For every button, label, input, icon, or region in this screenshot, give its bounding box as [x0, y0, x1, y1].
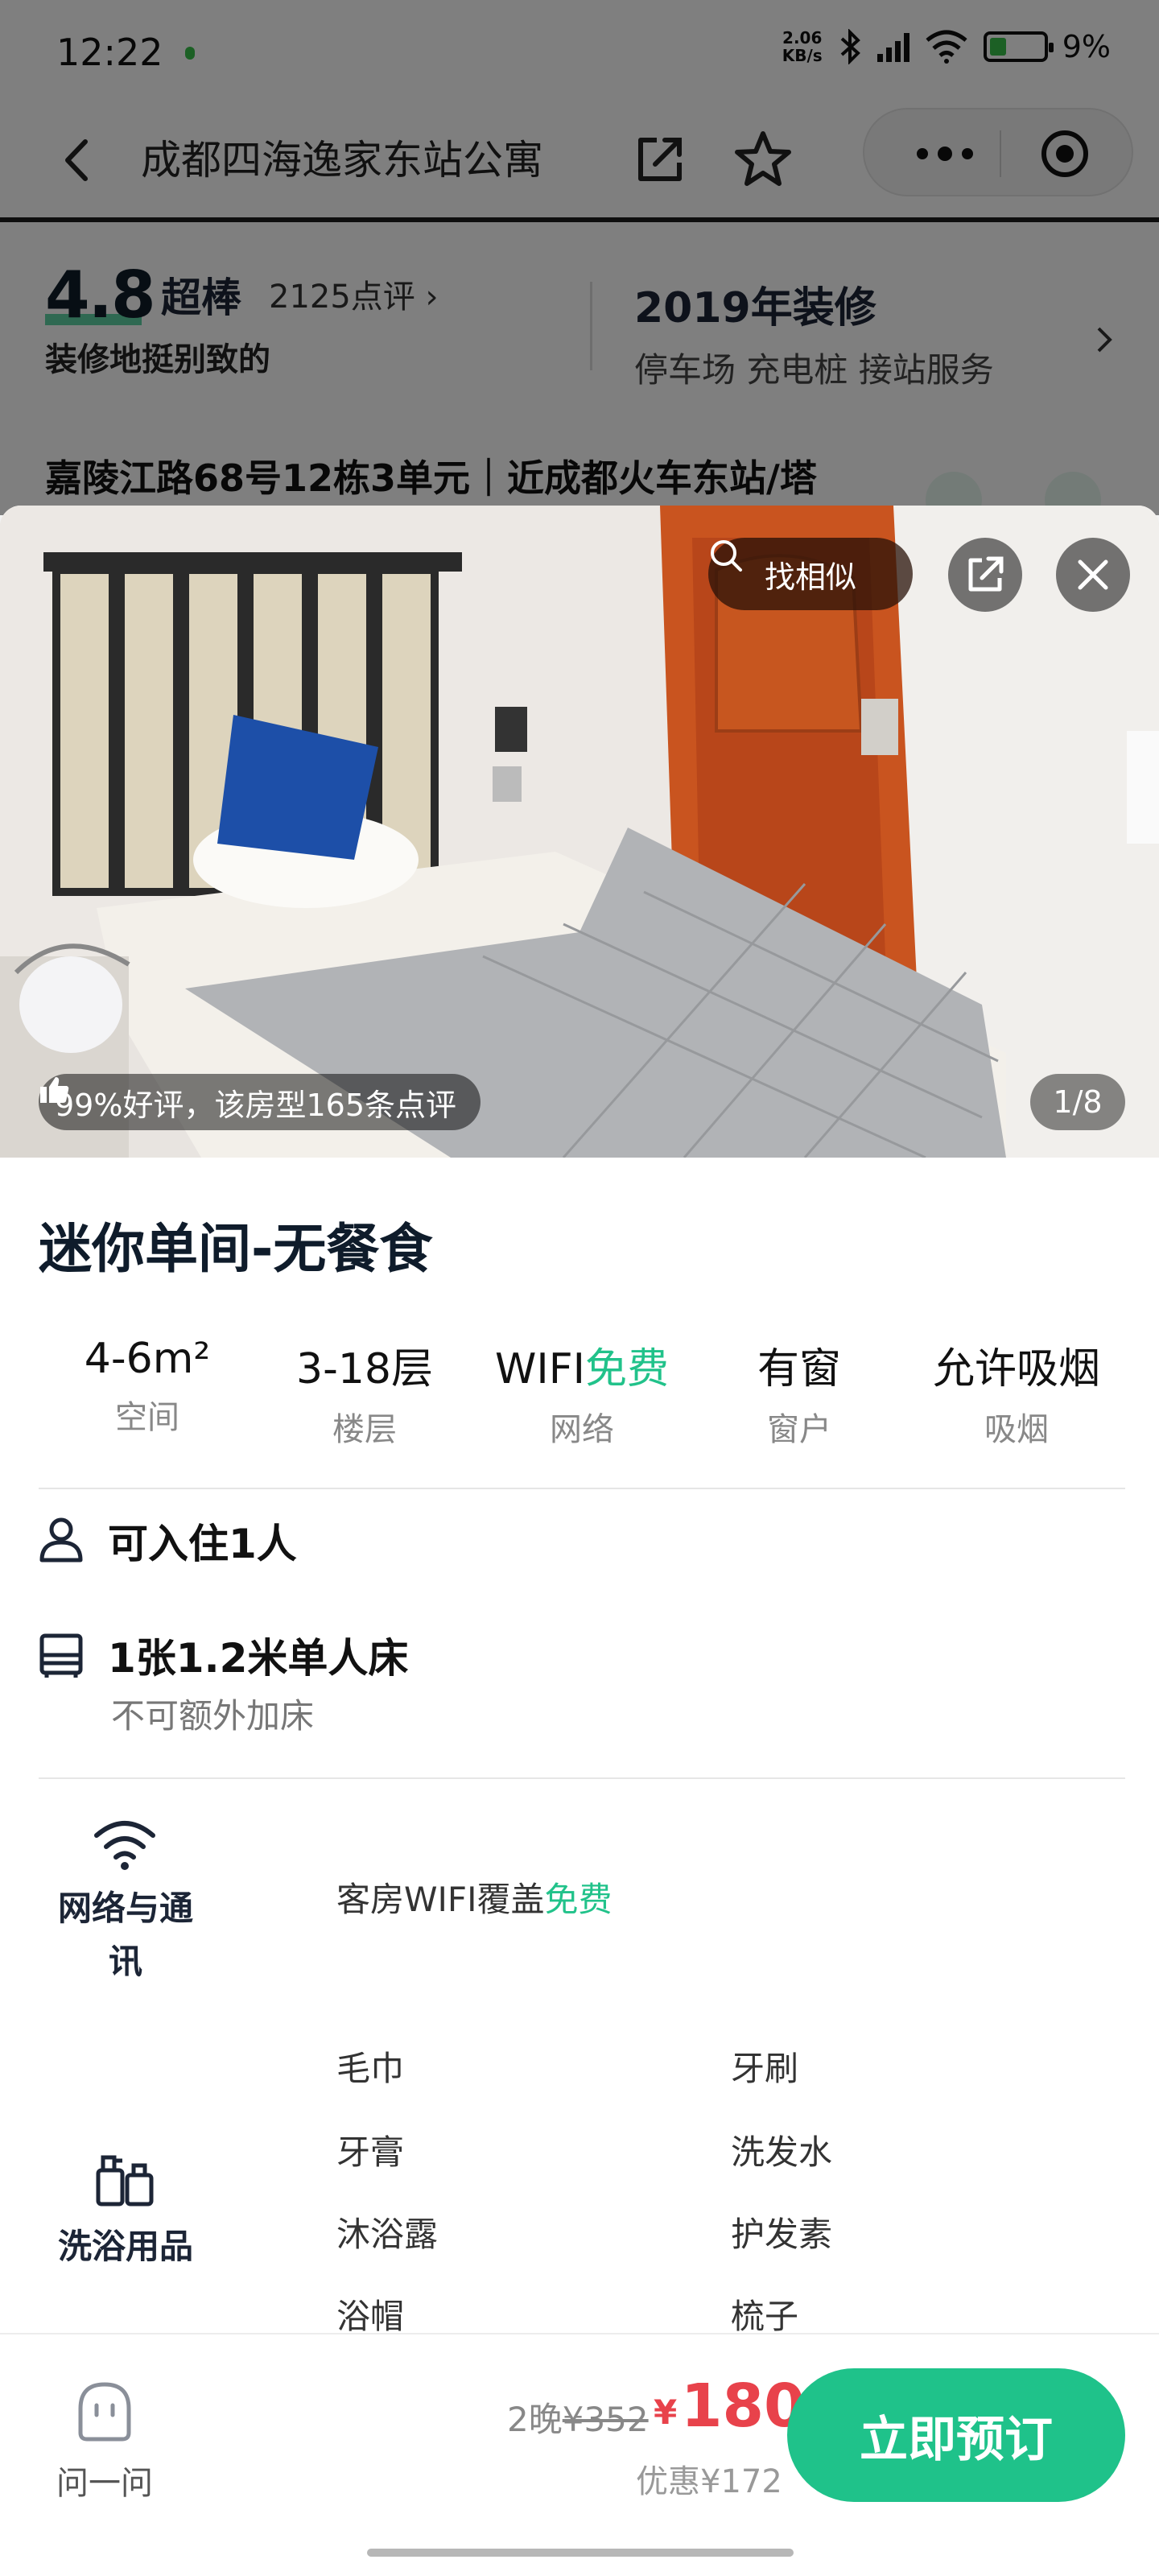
- chat-bot-icon[interactable]: [72, 2380, 137, 2444]
- amenity-item: 牙刷: [731, 2049, 799, 2088]
- category-label-network: 网络与通 讯: [45, 1882, 206, 1988]
- room-photo[interactable]: 找相似 99%好评，该房型165条点评 1/8: [0, 506, 1159, 1158]
- spec-value: 4-6m²: [84, 1335, 211, 1383]
- photo-share-button[interactable]: [948, 538, 1022, 612]
- amenity-item: 梳子: [731, 2297, 799, 2336]
- booking-bar: 问一问 2晚¥352 ¥ 180 优惠¥172 立即预订: [0, 2333, 1159, 2526]
- share-icon: [968, 556, 1004, 592]
- spec-label: 空间: [115, 1399, 179, 1436]
- thumbs-up-icon: [40, 1077, 69, 1103]
- spec-value: 有窗: [757, 1345, 841, 1393]
- close-button[interactable]: [1056, 538, 1130, 612]
- amenity-item: 毛巾: [336, 2049, 405, 2088]
- extra-bed-note: 不可额外加床: [111, 1696, 315, 1736]
- spec-value-wifi: WIFI: [494, 1345, 585, 1393]
- toiletries-icon: [96, 2155, 154, 2207]
- original-price: ¥352: [562, 2400, 649, 2439]
- category-label-line: 讯: [108, 1942, 142, 1981]
- amenity-item: 浴帽: [336, 2297, 405, 2336]
- room-detail-sheet: 找相似 99%好评，该房型165条点评 1/8 迷你单间-无餐食 4-6m² 空…: [0, 506, 1159, 2576]
- bed-icon: [39, 1633, 83, 1678]
- amenity-item: 牙膏: [336, 2132, 405, 2172]
- category-label-bath: 洗浴用品: [57, 2227, 193, 2266]
- nights: 2晚: [507, 2400, 563, 2439]
- book-now-button[interactable]: 立即预订: [787, 2368, 1125, 2502]
- wifi-icon: [94, 1821, 155, 1870]
- person-icon: [39, 1517, 83, 1563]
- occupancy: 可入住1人: [108, 1521, 297, 1567]
- divider: [39, 1777, 1125, 1779]
- spec-network: WIFI免费 网络: [473, 1335, 691, 1455]
- spec-value: 允许吸烟: [932, 1345, 1100, 1393]
- spec-label: 网络: [550, 1411, 614, 1448]
- spec-value-free: 免费: [584, 1345, 669, 1393]
- spec-area: 4-6m² 空间: [39, 1335, 256, 1455]
- wifi-free-tag: 免费: [544, 1880, 612, 1919]
- wifi-coverage: 客房WIFI覆盖免费: [336, 1872, 612, 1922]
- close-icon: [1078, 559, 1108, 590]
- amenity-item: 洗发水: [731, 2132, 833, 2172]
- discount-amount[interactable]: 优惠¥172: [636, 2455, 782, 2502]
- bed-info: 1张1.2米单人床: [108, 1635, 409, 1682]
- search-icon: [711, 540, 742, 572]
- modal-overlay[interactable]: [0, 0, 1159, 515]
- spec-label: 窗户: [767, 1411, 831, 1448]
- good-rating-text: 99%好评，该房型165条点评: [55, 1087, 456, 1123]
- category-label-line: 网络与通: [57, 1889, 193, 1928]
- photo-pager: 1/8: [1030, 1074, 1125, 1130]
- spec-floor: 3-18层 楼层: [256, 1335, 473, 1455]
- good-rating-badge: 99%好评，该房型165条点评: [39, 1074, 481, 1130]
- amenity-item: 沐浴露: [336, 2215, 439, 2254]
- wifi-coverage-text: 客房WIFI覆盖: [336, 1880, 545, 1919]
- room-specs: 4-6m² 空间 3-18层 楼层 WIFI免费 网络 有窗 窗户 允许吸烟 吸…: [39, 1335, 1125, 1455]
- find-similar-label: 找相似: [764, 559, 856, 595]
- nights-and-original-price: 2晚¥352: [507, 2392, 649, 2442]
- room-title: 迷你单间-无餐食: [39, 1218, 433, 1280]
- spec-value: 3-18层: [295, 1345, 434, 1393]
- home-indicator[interactable]: [367, 2549, 794, 2557]
- spec-smoking: 允许吸烟 吸烟: [908, 1335, 1125, 1455]
- spec-window: 有窗 窗户: [691, 1335, 908, 1455]
- spec-value: WIFI免费: [473, 1335, 691, 1395]
- amenity-item: 护发素: [731, 2215, 833, 2254]
- divider: [39, 1488, 1125, 1489]
- currency-symbol: ¥: [654, 2392, 678, 2432]
- spec-label: 吸烟: [984, 1411, 1049, 1448]
- ask-label[interactable]: 问一问: [56, 2457, 153, 2504]
- find-similar-button[interactable]: 找相似: [708, 538, 913, 610]
- spec-label: 楼层: [332, 1411, 397, 1448]
